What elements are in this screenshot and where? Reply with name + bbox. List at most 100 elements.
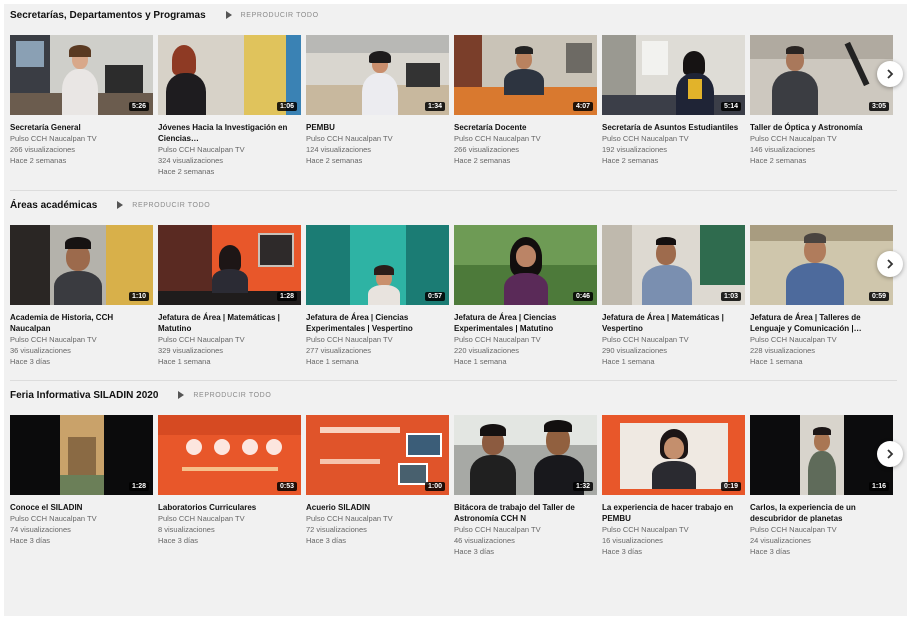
play-all-button[interactable]: REPRODUCIR TODO [117,201,210,209]
play-all-label: REPRODUCIR TODO [193,391,272,399]
video-thumbnail[interactable]: 1:10 [10,225,153,305]
video-thumbnail[interactable]: 0:57 [306,225,449,305]
video-title[interactable]: La experiencia de hacer trabajo en PEMBU [602,502,745,524]
channel-name[interactable]: Pulso CCH Naucalpan TV [750,133,893,144]
video-thumbnail[interactable]: 1:34 [306,35,449,115]
play-triangle-icon [225,11,232,19]
duration-badge: 1:28 [128,482,149,491]
duration-badge: 4:07 [572,102,593,111]
video-title[interactable]: PEMBU [306,122,449,133]
video-title[interactable]: Jefatura de Área | Ciencias Experimental… [454,312,597,334]
video-card[interactable]: 1:32 Bitácora de trabajo del Taller de A… [454,415,597,557]
duration-badge: 5:14 [720,102,741,111]
video-title[interactable]: Laboratorios Curriculares [158,502,301,513]
video-card[interactable]: 5:14 Secretaría de Asuntos Estudiantiles… [602,35,745,177]
video-card[interactable]: 1:16 Carlos, la experiencia de un descub… [750,415,893,557]
channel-name[interactable]: Pulso CCH Naucalpan TV [454,334,597,345]
duration-badge: 0:57 [424,292,445,301]
video-card[interactable]: 0:57 Jefatura de Área | Ciencias Experim… [306,225,449,367]
video-thumbnail[interactable]: 3:05 [750,35,893,115]
video-card[interactable]: 0:19 La experiencia de hacer trabajo en … [602,415,745,557]
video-card[interactable]: 1:10 Academia de Historia, CCH Naucalpan… [10,225,153,367]
video-title[interactable]: Acuerio SILADIN [306,502,449,513]
video-card[interactable]: 5:26 Secretaría General Pulso CCH Naucal… [10,35,153,177]
video-card[interactable]: 1:28 Conoce el SILADIN Pulso CCH Naucalp… [10,415,153,557]
view-count: 266 visualizaciones [454,145,520,154]
channel-name[interactable]: Pulso CCH Naucalpan TV [454,133,597,144]
channel-name[interactable]: Pulso CCH Naucalpan TV [602,334,745,345]
channel-name[interactable]: Pulso CCH Naucalpan TV [602,524,745,535]
video-card[interactable]: 0:53 Laboratorios Curriculares Pulso CCH… [158,415,301,557]
video-thumbnail[interactable]: 1:16 [750,415,893,495]
channel-name[interactable]: Pulso CCH Naucalpan TV [454,524,597,535]
video-card[interactable]: 1:03 Jefatura de Área | Matemáticas | Ve… [602,225,745,367]
channel-name[interactable]: Pulso CCH Naucalpan TV [10,133,153,144]
video-title[interactable]: Jefatura de Área | Ciencias Experimental… [306,312,449,334]
video-title[interactable]: Jefatura de Área | Matemáticas | Matutin… [158,312,301,334]
video-thumbnail[interactable]: 1:03 [602,225,745,305]
play-all-label: REPRODUCIR TODO [132,201,211,209]
view-count: 290 visualizaciones [602,346,668,355]
video-thumbnail[interactable]: 0:46 [454,225,597,305]
video-title[interactable]: Conoce el SILADIN [10,502,153,513]
video-thumbnail[interactable]: 0:53 [158,415,301,495]
video-thumbnail[interactable]: 0:59 [750,225,893,305]
video-thumbnail[interactable]: 4:07 [454,35,597,115]
video-title[interactable]: Jefatura de Área | Matemáticas | Vespert… [602,312,745,334]
video-card[interactable]: 0:46 Jefatura de Área | Ciencias Experim… [454,225,597,367]
video-card[interactable]: 1:00 Acuerio SILADIN Pulso CCH Naucalpan… [306,415,449,557]
channel-name[interactable]: Pulso CCH Naucalpan TV [750,334,893,345]
play-all-button[interactable]: REPRODUCIR TODO [178,391,271,399]
channel-name[interactable]: Pulso CCH Naucalpan TV [158,513,301,524]
duration-badge: 1:03 [720,292,741,301]
video-card[interactable]: 1:28 Jefatura de Área | Matemáticas | Ma… [158,225,301,367]
video-thumbnail[interactable]: 0:19 [602,415,745,495]
upload-age: Hace 1 semana [602,357,655,366]
channel-name[interactable]: Pulso CCH Naucalpan TV [750,524,893,535]
video-thumbnail[interactable]: 1:06 [158,35,301,115]
channel-playlists-page: Secretarías, Departamentos y Programas R… [4,4,907,616]
shelf-title[interactable]: Secretarías, Departamentos y Programas [10,10,206,21]
video-thumbnail[interactable]: 1:32 [454,415,597,495]
channel-name[interactable]: Pulso CCH Naucalpan TV [306,513,449,524]
video-title[interactable]: Secretaría de Asuntos Estudiantiles [602,122,745,133]
video-card[interactable]: 1:06 Jóvenes Hacia la Investigación en C… [158,35,301,177]
video-title[interactable]: Secretaría Docente [454,122,597,133]
video-card[interactable]: 4:07 Secretaría Docente Pulso CCH Naucal… [454,35,597,177]
video-title[interactable]: Jóvenes Hacia la Investigación en Cienci… [158,122,301,144]
play-all-button[interactable]: REPRODUCIR TODO [225,11,319,19]
view-count: 72 visualizaciones [306,525,367,534]
chevron-right-icon [887,449,894,459]
channel-name[interactable]: Pulso CCH Naucalpan TV [306,133,449,144]
video-title[interactable]: Academia de Historia, CCH Naucalpan [10,312,153,334]
video-title[interactable]: Taller de Óptica y Astronomía [750,122,893,133]
channel-name[interactable]: Pulso CCH Naucalpan TV [602,133,745,144]
video-title[interactable]: Jefatura de Área | Talleres de Lenguaje … [750,312,893,334]
upload-age: Hace 1 semana [306,357,359,366]
video-thumbnail[interactable]: 1:28 [158,225,301,305]
upload-age: Hace 2 semanas [306,156,363,165]
next-page-button[interactable] [877,251,903,277]
channel-name[interactable]: Pulso CCH Naucalpan TV [10,513,153,524]
next-page-button[interactable] [877,441,903,467]
shelf-title[interactable]: Áreas académicas [10,200,97,211]
duration-badge: 0:59 [868,292,889,301]
video-thumbnail[interactable]: 5:14 [602,35,745,115]
video-card[interactable]: 1:34 PEMBU Pulso CCH Naucalpan TV 124 vi… [306,35,449,177]
video-card[interactable]: 3:05 Taller de Óptica y Astronomía Pulso… [750,35,893,177]
channel-name[interactable]: Pulso CCH Naucalpan TV [306,334,449,345]
channel-name[interactable]: Pulso CCH Naucalpan TV [158,334,301,345]
video-title[interactable]: Carlos, la experiencia de un descubridor… [750,502,893,524]
upload-age: Hace 2 semanas [750,156,807,165]
video-thumbnail[interactable]: 1:28 [10,415,153,495]
video-title[interactable]: Bitácora de trabajo del Taller de Astron… [454,502,597,524]
video-card[interactable]: 0:59 Jefatura de Área | Talleres de Leng… [750,225,893,367]
video-thumbnail[interactable]: 1:00 [306,415,449,495]
next-page-button[interactable] [877,61,903,87]
video-title[interactable]: Secretaría General [10,122,153,133]
view-count: 192 visualizaciones [602,145,668,154]
channel-name[interactable]: Pulso CCH Naucalpan TV [10,334,153,345]
shelf-title[interactable]: Feria Informativa SILADIN 2020 [10,390,158,401]
video-thumbnail[interactable]: 5:26 [10,35,153,115]
channel-name[interactable]: Pulso CCH Naucalpan TV [158,144,301,155]
